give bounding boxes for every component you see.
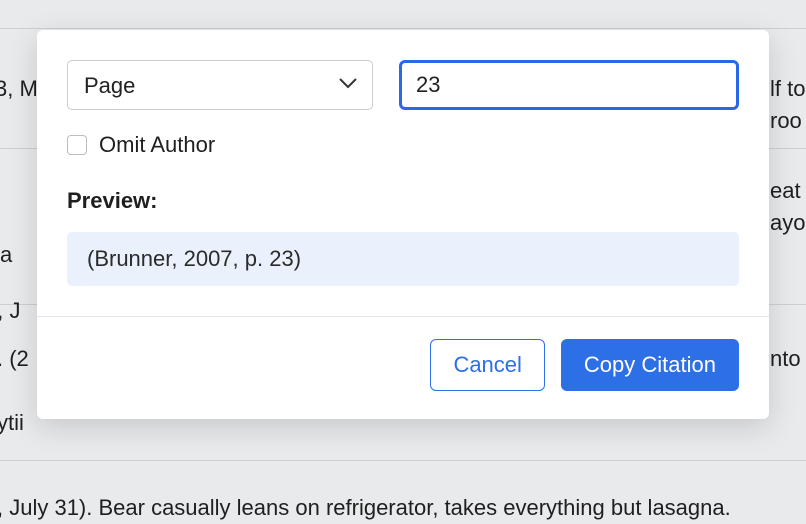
- background-text-fragment: nto: [770, 343, 801, 375]
- background-text-fragment: 3, M: [0, 73, 38, 105]
- background-text-fragment: lf to: [770, 73, 805, 105]
- omit-author-label: Omit Author: [99, 132, 215, 158]
- background-text-fragment: , July 31). Bear casually leans on refri…: [0, 492, 731, 524]
- copy-citation-button-label: Copy Citation: [584, 352, 716, 378]
- background-text-fragment: ytii: [0, 407, 24, 439]
- background-text-fragment: roo: [770, 105, 802, 137]
- cancel-button[interactable]: Cancel: [430, 339, 544, 391]
- preview-box: (Brunner, 2007, p. 23): [67, 232, 739, 286]
- background-text-fragment: a: [0, 239, 12, 271]
- background-text-fragment: eat: [770, 175, 801, 207]
- locator-type-wrap: Page: [67, 60, 373, 110]
- checkbox-box: [67, 135, 87, 155]
- citation-dialog: Page Omit Author Preview: (Brunner, 2007…: [37, 30, 769, 419]
- preview-text: (Brunner, 2007, p. 23): [87, 246, 301, 271]
- locator-type-select[interactable]: Page: [67, 60, 373, 110]
- dialog-footer: Cancel Copy Citation: [37, 316, 769, 419]
- locator-value-input[interactable]: [399, 60, 739, 110]
- background-text-fragment: . (2: [0, 343, 29, 375]
- background-text-fragment: 5, J: [0, 295, 20, 327]
- background-text-fragment: ayo: [770, 207, 805, 239]
- preview-label: Preview:: [67, 188, 739, 214]
- cancel-button-label: Cancel: [453, 352, 521, 378]
- omit-author-checkbox[interactable]: Omit Author: [67, 132, 739, 158]
- copy-citation-button[interactable]: Copy Citation: [561, 339, 739, 391]
